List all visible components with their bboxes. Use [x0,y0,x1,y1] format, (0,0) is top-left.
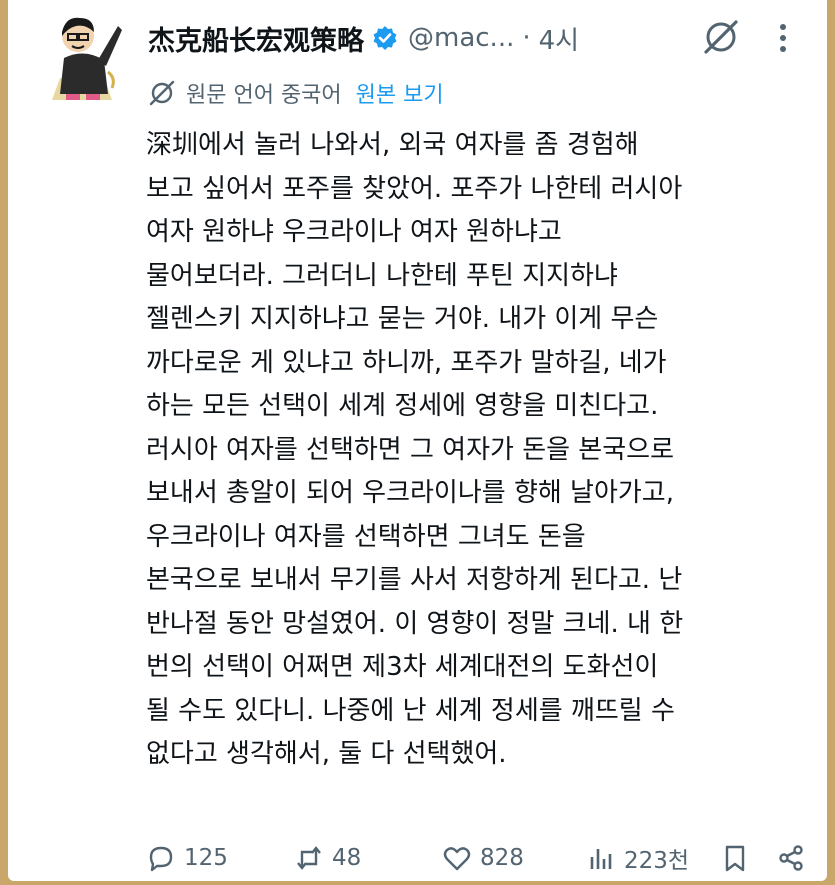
share-button[interactable] [776,838,806,878]
verified-badge-icon [373,26,397,50]
translate-icon [149,80,175,106]
post-body-line: 까다로운 게 있냐고 하니까, 포주가 말하길, 네가 [146,347,667,378]
author-handle[interactable]: @mac... [408,23,514,53]
post-body-line: 반나절 동안 망설였어. 이 영향이 정말 크네. 내 한 [146,608,684,639]
grok-icon[interactable] [700,16,742,58]
post-body-line: 러시아 여자를 선택하면 그 여자가 돈을 본국으로 [146,434,674,465]
post-body-line: 深圳에서 놀러 나와서, 외국 여자를 좀 경험해 [146,130,639,160]
view-original-link[interactable]: 원본 보기 [356,77,444,109]
bookmark-icon [725,845,745,872]
post-body-line: 없다고 생각해서, 둘 다 선택했어. [146,739,507,769]
post-body-line: 젤렌스키 지지하냐고 묻는 거야. 내가 이게 무슨 [146,304,659,334]
like-count: 828 [480,845,524,871]
post-body-line: 여자 원하냐 우크라이나 여자 원하냐고 [146,217,562,247]
separator-dot: · [522,23,531,53]
post-body-line: 우크라이나 여자를 선택하면 그녀도 돈을 [146,521,586,552]
repost-button[interactable]: 48 [294,838,361,878]
reply-icon [149,846,173,872]
post-body-line: 보내서 총알이 되어 우크라이나를 향해 날아가고, [146,478,674,508]
share-icon [779,845,803,871]
translation-row: 원문 언어 중국어 원본 보기 [148,76,444,110]
more-vertical-icon[interactable] [768,18,798,58]
post-body-line: 보고 싶어서 포주를 찾았어. 포주가 나한테 러시아 [146,173,683,204]
bookmark-button[interactable] [720,838,750,878]
author-name[interactable]: 杰克船长宏观策略 [148,19,364,58]
views-count: 223천 [624,848,690,874]
post-body-line: 본국으로 보내서 무기를 사서 저항하게 된다고. 난 [146,565,683,595]
translation-note: 원문 언어 중국어 [186,83,342,108]
action-bar: 125 48 828 223천 [146,838,816,878]
views-icon [590,849,612,869]
like-button[interactable]: 828 [442,838,524,878]
reply-button[interactable]: 125 [146,838,228,878]
avatar[interactable] [46,8,122,104]
post-body-line: 하는 모든 선택이 세계 정세에 영향을 미친다고. [146,391,659,421]
views-button[interactable]: 223천 [586,838,689,878]
post-body: 深圳에서 놀러 나와서, 외국 여자를 좀 경험해보고 싶어서 포주를 찾았어.… [146,124,816,777]
reply-count: 125 [184,845,228,871]
repost-count: 48 [332,845,362,871]
post-body-line: 물어보더라. 그러더니 나한테 푸틴 지지하냐 [146,260,618,291]
post-card: 杰克船长宏观策略 @mac... · 4시 원문 언어 중국어 원본 보기 深圳… [8,0,827,881]
post-body-line: 번의 선택이 어쩌면 제3차 세계대전의 도화선이 [146,652,659,682]
heart-icon [443,847,471,871]
post-header: 杰克船长宏观策略 @mac... · 4시 [148,18,579,58]
repost-icon [297,846,321,870]
post-time[interactable]: 4시 [539,20,579,57]
post-body-line: 될 수도 있다니. 나중에 난 세계 정세를 깨뜨릴 수 [146,695,675,726]
